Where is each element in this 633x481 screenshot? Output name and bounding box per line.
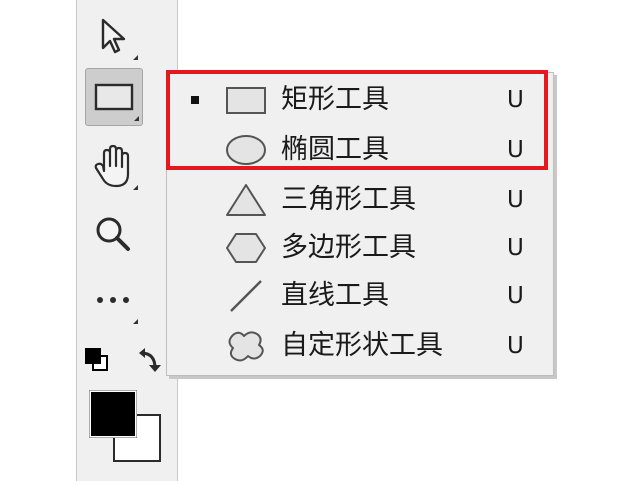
menu-item-line-tool[interactable]: 直线工具 U (167, 273, 553, 319)
rectangle-tool-button[interactable] (85, 68, 143, 126)
tools-panel (76, 0, 178, 481)
menu-item-custom-shape-tool[interactable]: 自定形状工具 U (167, 323, 553, 369)
more-tools-button[interactable] (85, 272, 141, 328)
more-tools-corner-icon (133, 55, 138, 60)
ellipsis-icon (97, 297, 129, 303)
swap-colors-icon[interactable] (135, 344, 165, 376)
custom-shape-icon (228, 331, 264, 362)
move-tool-button[interactable] (85, 8, 141, 64)
more-tools-corner-icon (133, 185, 138, 190)
polygon-icon (226, 233, 266, 263)
arrow-pointer-icon (101, 18, 126, 54)
menu-item-label: 三角形工具 (281, 184, 416, 215)
rectangle-icon (94, 83, 134, 111)
foreground-color-swatch[interactable] (88, 389, 138, 439)
triangle-icon (226, 184, 266, 216)
menu-item-shortcut: U (507, 333, 524, 359)
hand-icon (94, 144, 130, 188)
default-colors-icon[interactable] (83, 346, 111, 374)
menu-item-shortcut: U (507, 283, 524, 309)
menu-item-label: 多边形工具 (281, 232, 416, 263)
menu-item-label: 直线工具 (281, 280, 389, 311)
menu-item-shortcut: U (507, 187, 524, 213)
menu-item-polygon-tool[interactable]: 多边形工具 U (167, 225, 553, 271)
magnifier-icon (96, 217, 130, 251)
menu-item-label: 自定形状工具 (281, 330, 443, 361)
highlight-annotation-box (166, 70, 548, 170)
zoom-tool-button[interactable] (85, 206, 141, 262)
foreground-color-fill (89, 390, 137, 438)
more-tools-corner-icon (133, 319, 138, 324)
menu-item-triangle-tool[interactable]: 三角形工具 U (167, 177, 553, 223)
menu-item-shortcut: U (507, 235, 524, 261)
hand-tool-button[interactable] (85, 138, 141, 194)
line-icon (230, 280, 262, 312)
more-tools-corner-icon (134, 116, 139, 121)
